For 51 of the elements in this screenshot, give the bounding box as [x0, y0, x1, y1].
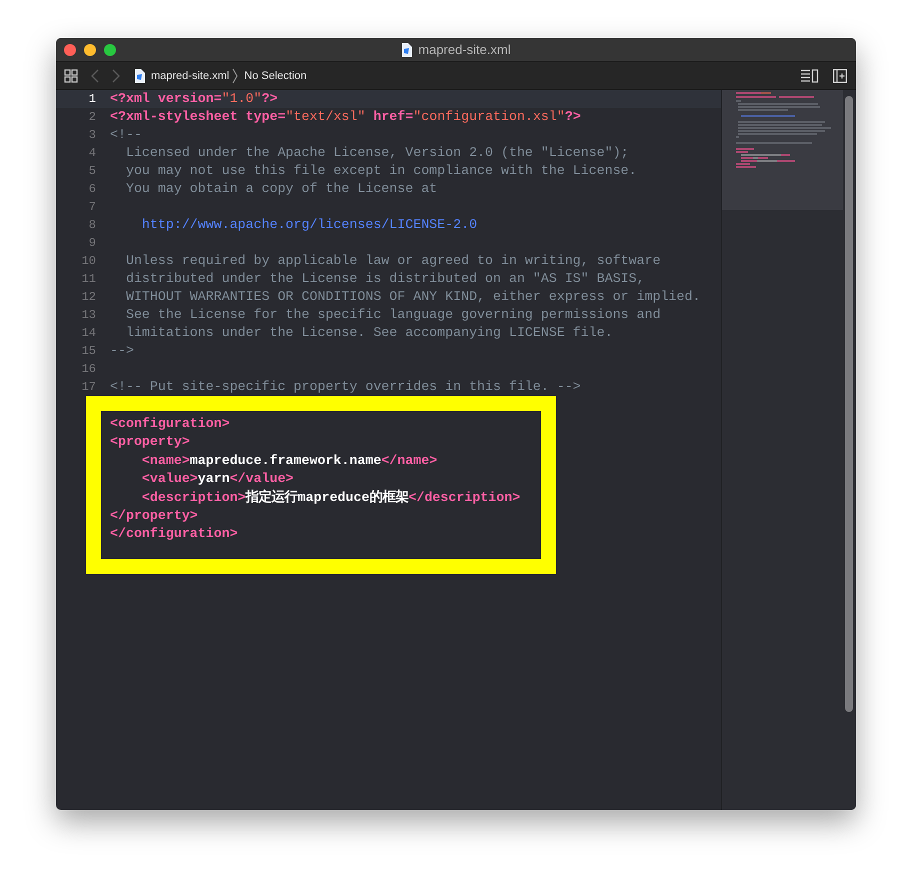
line-number: 17	[80, 379, 96, 396]
line-number: 13	[80, 307, 96, 324]
window-title: mapred-site.xml	[418, 42, 511, 57]
line-number: 2	[88, 109, 96, 126]
code-line: You may obtain a copy of the License at	[124, 180, 438, 198]
line-number: 1	[88, 91, 96, 108]
code-line: limitations under the License. See accompanying LICENSE file.	[124, 324, 613, 342]
code-line: <name>mapreduce.framework.name</name>	[140, 452, 438, 470]
code-line: distributed under the License is distributed on an "AS IS" BASIS,	[124, 270, 645, 288]
line-number: 14	[80, 325, 96, 342]
code-line: <!--	[110, 126, 142, 144]
lines-icon[interactable]	[801, 68, 819, 82]
code-line: http://www.apache.org/licenses/LICENSE-2.0	[140, 216, 478, 234]
line-number: 8	[88, 217, 96, 234]
line-number: 12	[80, 289, 96, 306]
code-line: Unless required by applicable law or agreed to in writing, software	[124, 252, 661, 270]
line-number: 5	[88, 163, 96, 180]
add-editor-icon[interactable]	[833, 68, 847, 82]
code-line: </configuration>	[110, 525, 238, 544]
code-line: WITHOUT WARRANTIES OR CONDITIONS OF ANY KIND, either express or implied.	[124, 288, 700, 306]
code-line: </property>	[110, 506, 198, 525]
code-line: See the License for the specific language governing permissions and	[124, 306, 661, 324]
line-number: 16	[80, 361, 96, 378]
scrollbar-thumb[interactable]	[845, 96, 853, 712]
code-line: -->	[110, 342, 134, 360]
breadcrumb-item[interactable]: mapred-site.xml	[151, 70, 230, 82]
minimize-button[interactable]	[84, 44, 96, 56]
breadcrumb-item[interactable]: No Selection	[244, 70, 307, 82]
code-line: you may not use this file except in compliance with the License.	[124, 162, 637, 180]
line-number: 4	[88, 145, 96, 162]
code-line: <property>	[110, 433, 190, 452]
code-line: <description>指定运行mapreduce的框架</description>	[140, 488, 520, 507]
chevron-icon	[232, 68, 238, 84]
close-button[interactable]	[64, 44, 76, 56]
code-line: <?xml-stylesheet type="text/xsl" href="configuration.xsl"?>	[110, 108, 581, 126]
line-number: 11	[80, 271, 96, 288]
line-number: 10	[80, 253, 96, 270]
line-number: 6	[88, 181, 96, 198]
code-line: Licensed under the Apache License, Version 2.0 (the "License");	[124, 144, 629, 162]
code-line: <value>yarn</value>	[140, 470, 294, 488]
zoom-button[interactable]	[104, 44, 116, 56]
code-line: <configuration>	[110, 415, 230, 433]
line-number: 15	[80, 343, 96, 360]
grid-icon[interactable]	[64, 68, 78, 82]
file-icon	[401, 42, 412, 56]
line-number: 9	[88, 235, 96, 252]
code-line: <!-- Put site-specific property overrides in this file. -->	[110, 378, 581, 396]
line-number: 3	[88, 127, 96, 144]
file-icon	[134, 68, 145, 82]
line-number: 7	[88, 199, 96, 216]
code-line: <?xml version="1.0"?>	[110, 90, 278, 108]
